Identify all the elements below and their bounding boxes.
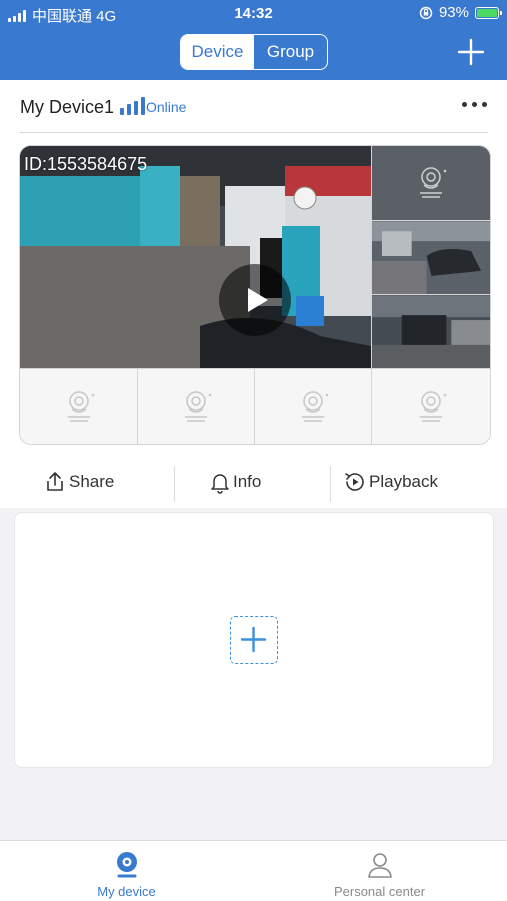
plus-icon [240,626,267,653]
battery-percent: 93% [438,4,469,21]
channel-grid: ID:1553584675 [19,145,491,445]
channel-tile[interactable] [371,368,490,444]
channel-tile[interactable] [254,368,371,444]
info-button[interactable]: Info [209,462,261,502]
channel-tile[interactable] [371,146,490,220]
person-icon [368,853,392,878]
playback-button[interactable]: Playback [343,462,438,502]
channel-tile[interactable] [137,368,254,444]
status-bar: 中国联通 4G 14:32 93% [0,0,507,26]
plus-icon[interactable] [457,38,485,66]
info-label: Info [233,472,262,491]
channel-id-label: ID:1553584675 [24,154,148,174]
playback-label: Playback [369,472,438,491]
channel-tile-video[interactable] [371,220,490,295]
orientation-lock-icon [419,6,433,19]
bell-icon [211,474,229,494]
video-thumbnail-image [372,294,490,369]
share-label: Share [69,472,115,491]
tab-personal-center[interactable]: Personal center [253,841,506,901]
camera-icon [117,852,137,878]
share-button[interactable]: Share [43,462,114,502]
camera-icon [420,390,447,422]
video-frame-image [20,146,371,368]
channel-tile-video[interactable] [371,294,490,369]
add-device-card [14,512,494,768]
play-icon[interactable] [219,264,291,336]
battery-icon [475,6,502,19]
device-name: My Device1 [20,97,115,117]
video-thumbnail-image [372,220,490,295]
tab-my-device[interactable]: My device [0,841,253,901]
more-dots-icon[interactable] [462,102,487,107]
divider [330,466,331,502]
status-right: 93% [419,4,502,21]
device-status: Online [146,99,187,115]
app-header: 中国联通 4G 14:32 93% Device Group [0,0,507,80]
tab-group[interactable]: Group [254,35,327,69]
device-group-switch: Device Group [180,34,328,70]
add-device-button[interactable] [230,616,278,664]
playback-icon [345,473,364,491]
main-video-view[interactable]: ID:1553584675 [20,146,371,368]
tab-label: Personal center [333,884,426,899]
bottom-tab-bar: My device Personal center [0,840,507,901]
camera-icon [302,390,329,422]
channel-tile[interactable] [20,368,137,444]
device-panel: My Device1 Online ID:1553584675 Share In… [0,80,507,508]
camera-icon [185,390,212,422]
share-icon [47,472,63,491]
divider [20,132,488,133]
device-actions: Share Info Playback [0,462,507,502]
camera-icon [67,390,94,422]
signal-bars-icon [120,97,145,115]
camera-icon [420,167,447,198]
divider [174,466,175,502]
tab-device[interactable]: Device [181,35,254,69]
tab-label: My device [97,884,156,899]
